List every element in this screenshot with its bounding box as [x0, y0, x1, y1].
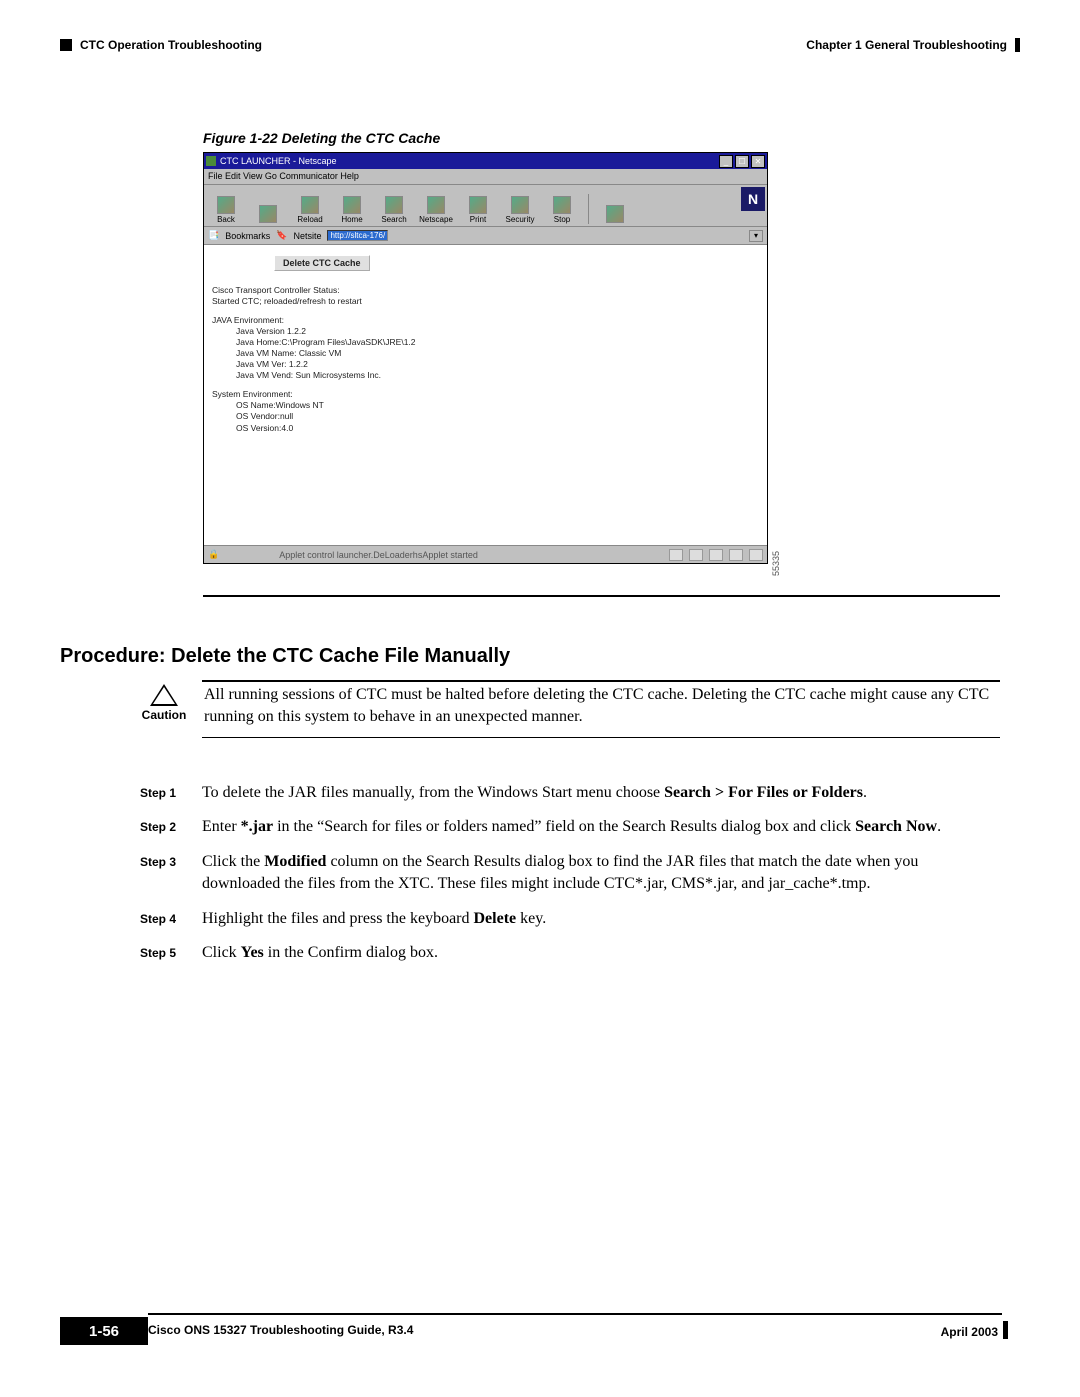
expand-icon[interactable]: ▾ [749, 230, 763, 242]
step-text: Enter *.jar in the “Search for files or … [202, 816, 1000, 838]
caution-icon [150, 684, 178, 706]
square-icon [60, 39, 72, 51]
status-text: Cisco Transport Controller Status: Start… [212, 285, 416, 442]
tb-stop[interactable]: Stop [544, 196, 580, 224]
content-area: Delete CTC Cache Cisco Transport Control… [204, 245, 767, 547]
netsite-label: Netsite [293, 231, 321, 241]
tb-search[interactable]: Search [376, 196, 412, 224]
chapter-title: Chapter 1 General Troubleshooting [806, 38, 1007, 52]
step-row: Step 5Click Yes in the Confirm dialog bo… [140, 942, 1000, 964]
sys-line: OS Vendor:null [212, 411, 416, 422]
rule [202, 680, 1000, 682]
titlebar: CTC LAUNCHER - Netscape _ ☐ ✕ [204, 153, 767, 169]
step-label: Step 3 [140, 851, 202, 896]
procedure-heading: Procedure: Delete the CTC Cache File Man… [60, 645, 510, 668]
rule [202, 737, 1000, 738]
header-right: Chapter 1 General Troubleshooting [806, 38, 1020, 52]
figure-caption: Figure 1-22 Deleting the CTC Cache [203, 130, 440, 146]
caution-text: All running sessions of CTC must be halt… [204, 684, 1000, 727]
tb-netscape[interactable]: Netscape [418, 196, 454, 224]
footer-rule [148, 1313, 1002, 1315]
status-icon [709, 549, 723, 561]
status-icon [689, 549, 703, 561]
step-label: Step 1 [140, 782, 202, 804]
sys-line: OS Name:Windows NT [212, 400, 416, 411]
tb-reload[interactable]: Reload [292, 196, 328, 224]
status-icon [749, 549, 763, 561]
java-line: Java Home:C:\Program Files\JavaSDK\JRE\1… [212, 337, 416, 348]
status-icon [729, 549, 743, 561]
lock-icon: 🔒 [208, 549, 219, 560]
bar-icon [1015, 38, 1020, 52]
browser-window: CTC LAUNCHER - Netscape _ ☐ ✕ File Edit … [203, 152, 768, 564]
page-header: CTC Operation Troubleshooting Chapter 1 … [60, 38, 1020, 52]
tb-extra[interactable] [597, 205, 633, 224]
java-line: Java Version 1.2.2 [212, 326, 416, 337]
header-left: CTC Operation Troubleshooting [60, 38, 262, 52]
step-label: Step 5 [140, 942, 202, 964]
step-text: Click the Modified column on the Search … [202, 851, 1000, 896]
footer-bar-icon [1003, 1321, 1008, 1339]
step-row: Step 3Click the Modified column on the S… [140, 851, 1000, 896]
steps-list: Step 1To delete the JAR files manually, … [140, 782, 1000, 976]
netsite-icon: 🔖 [276, 230, 287, 241]
step-row: Step 2Enter *.jar in the “Search for fil… [140, 816, 1000, 838]
step-text: Highlight the files and press the keyboa… [202, 908, 1000, 930]
step-row: Step 4Highlight the files and press the … [140, 908, 1000, 930]
java-line: Java VM Name: Classic VM [212, 348, 416, 359]
caution-label: Caution [142, 708, 187, 722]
window-controls: _ ☐ ✕ [719, 155, 765, 168]
status-line: Started CTC; reloaded/refresh to restart [212, 296, 416, 307]
delete-ctc-cache-button[interactable]: Delete CTC Cache [274, 255, 370, 271]
caution-block: Caution All running sessions of CTC must… [140, 680, 1000, 738]
status-heading: Cisco Transport Controller Status: [212, 285, 416, 296]
maximize-button[interactable]: ☐ [735, 155, 749, 168]
tb-back[interactable]: Back [208, 196, 244, 224]
netscape-logo-icon: N [741, 187, 765, 211]
tb-print[interactable]: Print [460, 196, 496, 224]
bookmarks-label[interactable]: Bookmarks [225, 231, 270, 241]
close-button[interactable]: ✕ [751, 155, 765, 168]
tb-forward[interactable] [250, 205, 286, 224]
menubar[interactable]: File Edit View Go Communicator Help [204, 169, 767, 185]
page-number: 1-56 [60, 1317, 148, 1345]
toolbar-separator [588, 194, 589, 224]
menu-items[interactable]: File Edit View Go Communicator Help [208, 171, 359, 181]
status-icon [669, 549, 683, 561]
footer-date: April 2003 [941, 1325, 998, 1339]
java-line: Java VM Vend: Sun Microsystems Inc. [212, 370, 416, 381]
step-text: To delete the JAR files manually, from t… [202, 782, 1000, 804]
footer-title: Cisco ONS 15327 Troubleshooting Guide, R… [148, 1323, 413, 1337]
status-message: Applet control launcher.DeLoaderhsApplet… [279, 550, 478, 560]
statusbar: 🔒 Applet control launcher.DeLoaderhsAppl… [204, 545, 767, 563]
bookmarks-icon[interactable]: 📑 [208, 230, 219, 241]
step-text: Click Yes in the Confirm dialog box. [202, 942, 1000, 964]
step-row: Step 1To delete the JAR files manually, … [140, 782, 1000, 804]
tb-home[interactable]: Home [334, 196, 370, 224]
status-icons [669, 549, 763, 561]
tb-security[interactable]: Security [502, 196, 538, 224]
java-heading: JAVA Environment: [212, 315, 416, 326]
figure-id-label: 55335 [771, 551, 781, 576]
step-label: Step 4 [140, 908, 202, 930]
divider [203, 595, 1000, 597]
toolbar: Back Reload Home Search Netscape Print S… [204, 185, 767, 227]
sys-line: OS Version:4.0 [212, 423, 416, 434]
app-icon [206, 156, 216, 166]
minimize-button[interactable]: _ [719, 155, 733, 168]
location-bar: 📑 Bookmarks 🔖 Netsite http://sltca-176/ … [204, 227, 767, 245]
section-title: CTC Operation Troubleshooting [80, 38, 262, 52]
window-title: CTC LAUNCHER - Netscape [220, 156, 337, 166]
sys-heading: System Environment: [212, 389, 416, 400]
step-label: Step 2 [140, 816, 202, 838]
java-line: Java VM Ver: 1.2.2 [212, 359, 416, 370]
url-field[interactable]: http://sltca-176/ [327, 230, 388, 241]
